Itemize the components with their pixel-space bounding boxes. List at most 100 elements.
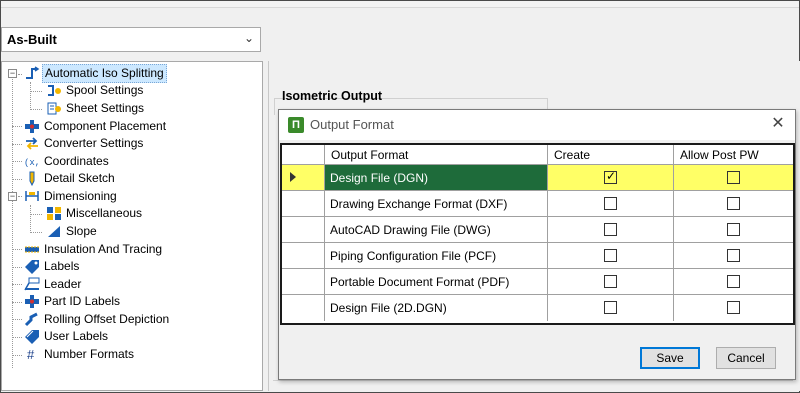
create-checkbox[interactable] xyxy=(604,301,617,314)
close-icon[interactable]: ✕ xyxy=(769,115,787,133)
allow-post-pw-cell[interactable] xyxy=(674,165,793,191)
tree-branch xyxy=(12,144,22,145)
dimensioning-icon xyxy=(25,191,39,201)
tree-item-label: Insulation And Tracing xyxy=(44,242,163,256)
create-cell[interactable] xyxy=(548,243,674,269)
tree-item-label: Slope xyxy=(66,224,97,238)
create-checkbox[interactable] xyxy=(604,249,617,262)
table-row[interactable]: Design File (DGN) ✓ xyxy=(282,165,793,191)
label-tag-icon xyxy=(25,260,39,274)
allow-post-pw-checkbox[interactable] xyxy=(727,301,740,314)
create-cell[interactable] xyxy=(548,217,674,243)
svg-text:(x,y): (x,y) xyxy=(24,158,40,168)
slope-icon xyxy=(48,226,60,237)
format-cell[interactable]: Drawing Exchange Format (DXF) xyxy=(325,191,548,217)
tree-branch xyxy=(12,319,22,320)
format-cell[interactable]: Portable Document Format (PDF) xyxy=(325,269,548,295)
tree-item-label: Automatic Iso Splitting xyxy=(42,64,167,83)
create-checkbox[interactable]: ✓ xyxy=(604,169,617,184)
row-selector[interactable] xyxy=(282,295,325,321)
collapse-toggle[interactable]: − xyxy=(8,69,17,78)
insulation-icon xyxy=(25,246,39,253)
chevron-down-icon[interactable]: ⌄ xyxy=(244,31,254,45)
collapse-toggle[interactable]: − xyxy=(8,192,17,201)
row-selector[interactable] xyxy=(282,191,325,217)
converter-settings-icon xyxy=(26,137,38,150)
dialog-titlebar[interactable]: Π Output Format ✕ xyxy=(279,110,795,140)
detail-sketch-icon xyxy=(29,171,35,186)
profile-dropdown[interactable]: As-Built ⌄ xyxy=(1,27,261,52)
format-label: Design File (2D.DGN) xyxy=(330,301,447,315)
tree-branch xyxy=(30,109,42,110)
tree-item-label: Spool Settings xyxy=(66,83,144,97)
allow-post-pw-checkbox[interactable] xyxy=(727,249,740,262)
tree-branch xyxy=(30,232,42,233)
save-button[interactable]: Save xyxy=(640,347,700,369)
allow-post-pw-checkbox[interactable] xyxy=(727,197,740,210)
column-header-label: Create xyxy=(554,148,591,162)
format-cell[interactable]: Piping Configuration File (PCF) xyxy=(325,243,548,269)
tree-branch xyxy=(30,91,42,92)
allow-post-pw-cell[interactable] xyxy=(674,217,793,243)
allow-post-pw-checkbox[interactable] xyxy=(727,171,740,184)
allow-post-pw-checkbox[interactable] xyxy=(727,223,740,236)
format-label: Drawing Exchange Format (DXF) xyxy=(330,197,508,211)
table-row[interactable]: Piping Configuration File (PCF) xyxy=(282,243,793,269)
table-row[interactable]: Design File (2D.DGN) xyxy=(282,295,793,321)
row-selector[interactable] xyxy=(282,269,325,295)
create-cell[interactable] xyxy=(548,295,674,321)
row-pointer-icon xyxy=(290,172,296,182)
row-selector[interactable] xyxy=(282,243,325,269)
settings-tree[interactable]: − Automatic Iso Splitting Spool Settings… xyxy=(1,61,263,391)
tree-item-label: Part ID Labels xyxy=(44,294,121,308)
column-header-allow-post-pw[interactable]: Allow Post PW xyxy=(674,145,793,165)
format-cell[interactable]: Design File (DGN) xyxy=(325,165,548,191)
format-cell[interactable]: AutoCAD Drawing File (DWG) xyxy=(325,217,548,243)
table-row[interactable]: AutoCAD Drawing File (DWG) xyxy=(282,217,793,243)
allow-post-pw-checkbox[interactable] xyxy=(727,275,740,288)
app-icon: Π xyxy=(288,117,304,133)
table-row[interactable]: Drawing Exchange Format (DXF) xyxy=(282,191,793,217)
part-id-icon xyxy=(25,295,39,308)
panel-divider xyxy=(273,380,793,381)
column-header-create[interactable]: Create xyxy=(548,145,674,165)
allow-post-pw-cell[interactable] xyxy=(674,295,793,321)
miscellaneous-icon xyxy=(47,207,61,220)
row-selector[interactable] xyxy=(282,165,325,191)
allow-post-pw-cell[interactable] xyxy=(674,243,793,269)
allow-post-pw-cell[interactable] xyxy=(674,191,793,217)
row-selector[interactable] xyxy=(282,217,325,243)
create-cell[interactable]: ✓ xyxy=(548,165,674,191)
profile-value: As-Built xyxy=(7,32,57,47)
tree-connector xyxy=(30,82,31,110)
format-cell[interactable]: Design File (2D.DGN) xyxy=(325,295,548,321)
iso-splitting-icon xyxy=(26,66,40,79)
allow-post-pw-cell[interactable] xyxy=(674,269,793,295)
create-checkbox[interactable] xyxy=(604,223,617,236)
format-label: Portable Document Format (PDF) xyxy=(330,275,510,289)
cancel-button[interactable]: Cancel xyxy=(716,347,776,369)
tree-item-label: Detail Sketch xyxy=(44,171,115,185)
column-header-output-format[interactable]: Output Format xyxy=(325,145,548,165)
grid-header-row: Output Format Create Allow Post PW xyxy=(282,145,793,165)
spool-settings-icon xyxy=(48,85,61,96)
tree-branch xyxy=(12,284,22,285)
tree-connector xyxy=(12,74,13,368)
tree-branch xyxy=(12,355,22,356)
tree-item-label: Labels xyxy=(44,259,80,273)
table-row[interactable]: Portable Document Format (PDF) xyxy=(282,269,793,295)
tree-item-label: Dimensioning xyxy=(44,189,117,203)
create-cell[interactable] xyxy=(548,191,674,217)
leader-icon xyxy=(24,277,40,291)
tree-branch xyxy=(12,179,22,180)
row-header-corner xyxy=(282,145,325,165)
create-checkbox[interactable] xyxy=(604,275,617,288)
create-cell[interactable] xyxy=(548,269,674,295)
output-format-grid[interactable]: Output Format Create Allow Post PW Desig… xyxy=(280,143,795,325)
tree-branch xyxy=(18,196,22,197)
create-checkbox[interactable] xyxy=(604,197,617,210)
tree-branch xyxy=(12,337,22,338)
tree-item-label: Miscellaneous xyxy=(66,206,143,220)
tree-item-label: Coordinates xyxy=(44,154,109,168)
tree-connector xyxy=(30,205,31,233)
